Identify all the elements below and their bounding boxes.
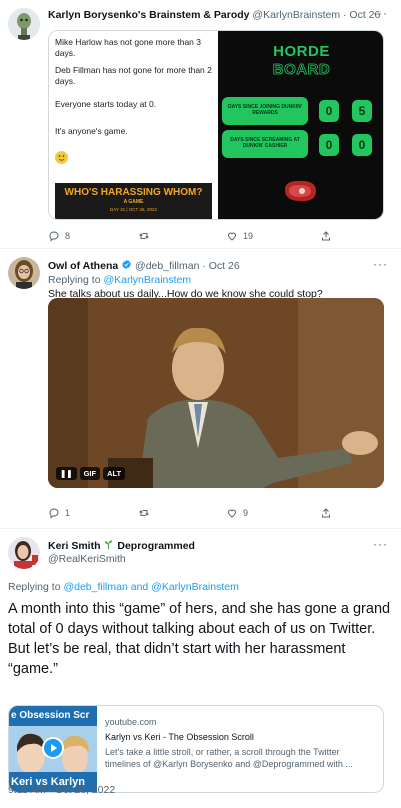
banner-subtitle: A GAME — [123, 199, 144, 205]
reply-count: 8 — [65, 231, 71, 241]
heart-icon — [227, 232, 237, 241]
author-name[interactable]: Keri Smith — [48, 540, 101, 552]
media-line-4: It's anyone's game. — [55, 126, 128, 136]
share-button[interactable] — [320, 507, 332, 519]
tweet-actions: 8 19 — [48, 230, 384, 246]
share-icon — [322, 231, 330, 241]
retweet-icon — [139, 233, 149, 239]
more-options-button[interactable]: ··· — [373, 257, 388, 271]
alt-text-button[interactable]: ALT — [103, 467, 126, 480]
reply-button[interactable]: 1 — [48, 507, 70, 519]
reply-count: 1 — [65, 508, 71, 518]
retweet-icon — [139, 510, 149, 516]
author-name[interactable]: Karlyn Borysenko's Brainstem & Parody — [48, 9, 249, 21]
gif-media[interactable]: ❚❚ GIF ALT — [48, 298, 384, 488]
verified-badge-icon — [122, 259, 131, 270]
horde-board-image: HORDE BOARD DAYS SINCE JOINING DUNKIN' R… — [218, 31, 383, 219]
avatar[interactable] — [8, 8, 40, 40]
reply-icon — [49, 508, 59, 519]
author-handle[interactable]: @deb_fillman — [135, 260, 199, 272]
author-name-suffix[interactable]: Deprogrammed — [117, 540, 195, 552]
gif-badge: GIF — [79, 467, 101, 480]
video-thumbnail: e Obsession Scr Keri vs Karlyn — [9, 706, 97, 792]
tweet-text: A month into this “game” of hers, and sh… — [8, 601, 391, 677]
board-title-2: BOARD — [272, 61, 331, 79]
replying-to-link[interactable]: @KarlynBrainstem — [103, 274, 191, 286]
board-row-1-digit-1: 0 — [319, 100, 339, 122]
tweet-header: Karlyn Borysenko's Brainstem & Parody @K… — [48, 9, 380, 21]
card-description: Let's take a little stroll, or rather, a… — [105, 747, 353, 769]
brainstem-avatar-icon — [8, 8, 40, 40]
board-row-1-label: DAYS SINCE JOINING DUNKIN' REWARDS — [222, 97, 308, 125]
tweet-timestamp[interactable]: 9:11 AM · Oct 26, 2022 — [8, 783, 115, 797]
replying-to-link[interactable]: @deb_fillman and @KarlynBrainstem — [63, 581, 238, 593]
thumbnail-top-text: e Obsession Scr — [11, 710, 90, 721]
gif-man-in-suit-image — [48, 298, 384, 488]
pause-button[interactable]: ❚❚ — [56, 467, 77, 480]
retweet-button[interactable] — [138, 230, 155, 242]
tweet-actions: 1 9 — [48, 507, 384, 523]
tweet-header: Owl of Athena @deb_fillman · Oct 26 — [48, 259, 240, 272]
more-options-button[interactable]: ··· — [373, 6, 388, 20]
avatar[interactable] — [8, 257, 40, 289]
board-row-2-label: DAYS SINCE SCREAMING AT DUNKIN' CASHIER — [222, 130, 308, 158]
tweet-time[interactable]: · Oct 26 — [202, 260, 239, 272]
tweet-2[interactable]: Owl of Athena @deb_fillman · Oct 26 ··· … — [0, 249, 401, 527]
author-name[interactable]: Owl of Athena — [48, 260, 118, 272]
media-line-1: Mike Harlow has not gone more than 3 day… — [55, 37, 201, 58]
replying-to: Replying to @KarlynBrainstem — [48, 274, 192, 286]
more-options-button[interactable]: ··· — [373, 537, 388, 551]
board-row-2-digit-2: 0 — [352, 134, 372, 156]
board-title-1: HORDE — [273, 43, 330, 60]
tweet-media[interactable]: Mike Harlow has not gone more than 3 day… — [48, 30, 384, 220]
like-count: 9 — [243, 508, 249, 518]
share-button[interactable] — [320, 230, 332, 242]
smiley-emoji-icon — [55, 151, 68, 164]
card-domain: youtube.com — [105, 717, 157, 727]
seedling-emoji-icon — [105, 540, 113, 550]
banner-date: DAY 31 | OCT 26, 2022 — [110, 207, 157, 212]
tweet-3-focused[interactable]: Keri Smith Deprogrammed @RealKeriSmith ·… — [0, 529, 401, 808]
replying-to: Replying to @deb_fillman and @KarlynBrai… — [8, 581, 239, 593]
retweet-button[interactable] — [138, 507, 155, 519]
board-row-2-digit-1: 0 — [319, 134, 339, 156]
media-line-3: Everyone starts today at 0. — [55, 99, 157, 109]
steak-icon — [284, 180, 316, 202]
like-button[interactable]: 19 — [226, 230, 253, 242]
profile-photo-icon — [8, 537, 40, 569]
game-announcement-image: Mike Harlow has not gone more than 3 day… — [49, 31, 217, 219]
like-button[interactable]: 9 — [226, 507, 248, 519]
share-icon — [322, 508, 330, 518]
gif-badges: ❚❚ GIF ALT — [56, 467, 126, 480]
reply-icon — [49, 231, 59, 242]
banner-title: WHO'S HARASSING WHOM? — [64, 187, 203, 198]
avatar[interactable] — [8, 537, 40, 569]
game-banner: WHO'S HARASSING WHOM? A GAME DAY 31 | OC… — [55, 183, 212, 219]
board-row-1-digit-2: 5 — [352, 100, 372, 122]
profile-photo-icon — [8, 257, 40, 289]
link-card[interactable]: e Obsession Scr Keri vs Karlyn youtube.c… — [8, 705, 384, 793]
media-line-2: Deb Fillman has not gone for more than 2… — [55, 65, 212, 86]
author-handle[interactable]: @RealKeriSmith — [48, 553, 126, 565]
play-icon — [42, 737, 64, 759]
like-count: 19 — [243, 231, 254, 241]
reply-button[interactable]: 8 — [48, 230, 70, 242]
card-title: Karlyn vs Keri - The Obsession Scroll — [105, 732, 254, 742]
author-name-line: Keri Smith Deprogrammed — [48, 539, 195, 552]
card-text: youtube.com Karlyn vs Keri - The Obsessi… — [105, 716, 377, 770]
tweet-1[interactable]: Karlyn Borysenko's Brainstem & Parody @K… — [0, 0, 401, 246]
author-handle[interactable]: @KarlynBrainstem — [252, 9, 340, 21]
heart-icon — [227, 509, 237, 518]
